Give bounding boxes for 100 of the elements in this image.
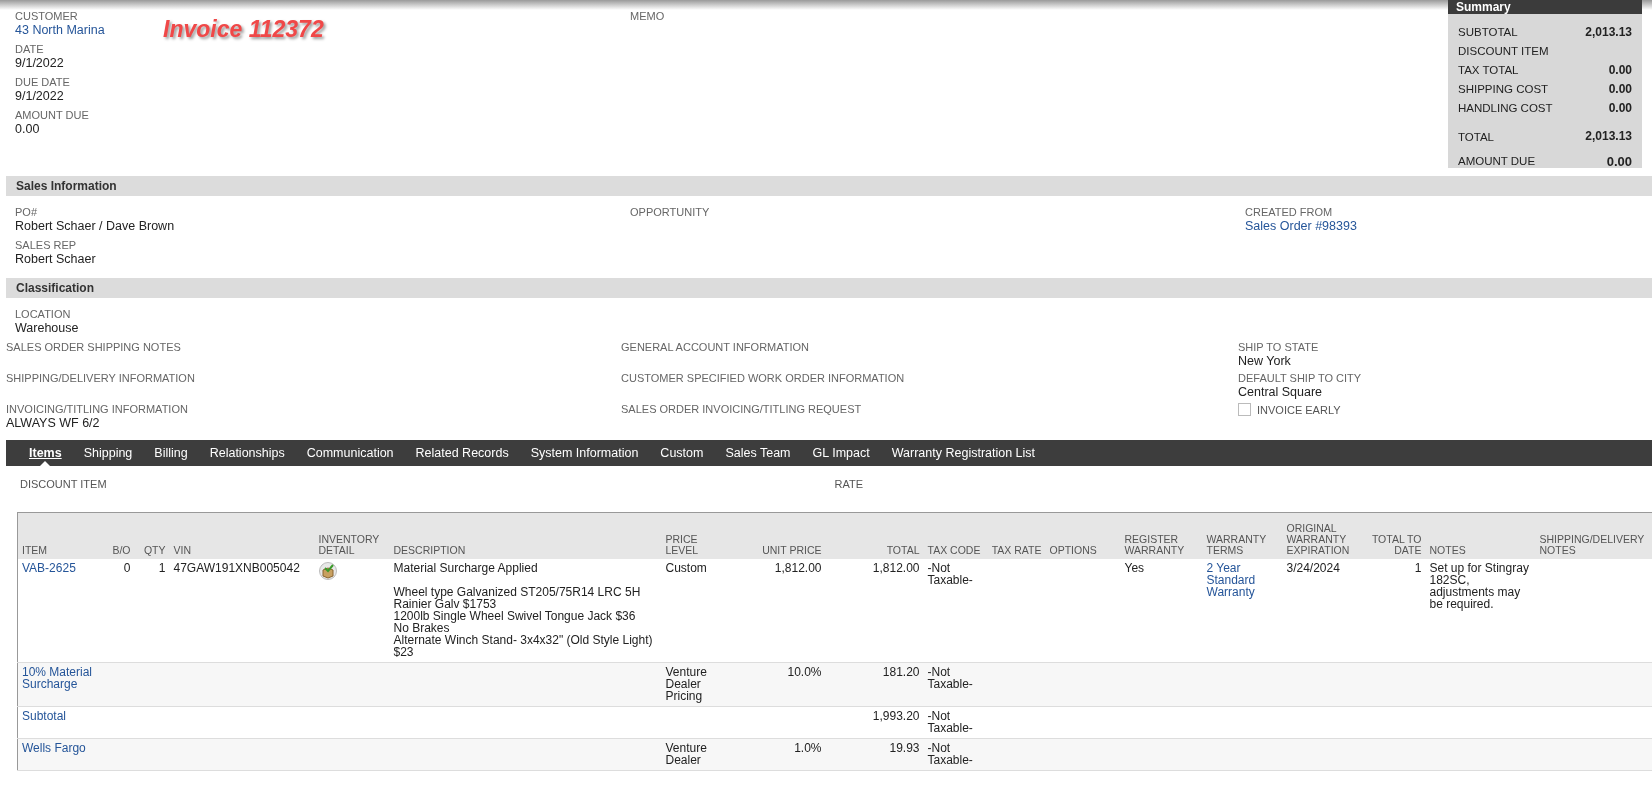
- column-header: ORIGINAL WARRANTY EXPIRATION: [1282, 512, 1368, 559]
- field-label: SALES ORDER SHIPPING NOTES: [6, 341, 181, 354]
- field-label: DISCOUNT ITEM: [20, 478, 107, 492]
- field-label: OPPORTUNITY: [630, 206, 710, 219]
- table-cell: Custom: [661, 559, 730, 663]
- summary-value: 2,013.13: [1585, 129, 1632, 143]
- column-header: TAX CODE: [923, 512, 986, 559]
- field-label: SHIP TO STATE: [1238, 341, 1319, 354]
- field-value: 0.00: [15, 122, 40, 136]
- table-cell: 19.93: [825, 738, 924, 771]
- summary-value: 0.00: [1608, 100, 1632, 115]
- field-value: New York: [1238, 354, 1291, 368]
- summary-label: SHIPPING COST: [1458, 82, 1549, 95]
- table-link[interactable]: 2 Year Standard Warranty: [1202, 559, 1283, 663]
- invoice-early-checkbox[interactable]: [1238, 403, 1251, 416]
- column-header: UNIT PRICE: [729, 512, 826, 559]
- column-header: PRICE LEVEL: [661, 512, 730, 559]
- field-label: CUSTOMER SPECIFIED WORK ORDER INFORMATION: [621, 372, 905, 385]
- table-cell: 181.20: [825, 662, 924, 707]
- column-header: QTY: [134, 512, 170, 559]
- summary-label: TOTAL: [1458, 131, 1494, 143]
- table-cell: Venture Dealer: [661, 738, 730, 771]
- tab[interactable]: Communication: [295, 440, 405, 466]
- table-cell: 0: [102, 559, 135, 663]
- field-value: 9/1/2022: [15, 89, 64, 103]
- table-cell: -Not Taxable-: [923, 706, 986, 739]
- column-header: DESCRIPTION: [389, 512, 662, 559]
- table-cell: 3/24/2024: [1282, 559, 1368, 663]
- tab[interactable]: Billing: [143, 440, 199, 466]
- field-label: DATE: [15, 43, 44, 56]
- table-cell: -Not Taxable-: [923, 559, 986, 663]
- summary-value: 2,013.13: [1585, 24, 1632, 39]
- summary-label: AMOUNT DUE: [1458, 155, 1536, 167]
- field-label: SALES REP: [15, 239, 77, 252]
- column-header: ITEM: [17, 512, 103, 559]
- table-link[interactable]: VAB-2625: [17, 559, 103, 663]
- tab[interactable]: Shipping: [72, 440, 144, 466]
- table-link[interactable]: Subtotal: [17, 706, 103, 739]
- field-value: Central Square: [1238, 385, 1323, 399]
- summary-value: 0.00: [1608, 81, 1632, 96]
- table-cell: Yes: [1120, 559, 1203, 663]
- field-label: RATE: [834, 478, 864, 492]
- column-header: NOTES: [1425, 512, 1536, 559]
- field-value: 9/1/2022: [15, 56, 64, 70]
- tab[interactable]: System Information: [519, 440, 650, 466]
- section-header: Sales Information: [6, 176, 1652, 196]
- summary-title: Summary: [1448, 0, 1642, 14]
- field-label: SHIPPING/DELIVERY INFORMATION: [6, 372, 195, 385]
- table-link[interactable]: Wells Fargo: [17, 738, 103, 771]
- section-header: Classification: [6, 278, 1652, 298]
- table-cell: 1,812.00: [825, 559, 924, 663]
- column-header: OPTIONS: [1045, 512, 1121, 559]
- field-value: ALWAYS WF 6/2: [6, 416, 100, 430]
- field-label: DUE DATE: [15, 76, 70, 89]
- column-header: REGISTER WARRANTY: [1120, 512, 1203, 559]
- column-header: TAX RATE: [985, 512, 1046, 559]
- summary-value: 0.00: [1608, 62, 1632, 77]
- tab[interactable]: Sales Team: [714, 440, 802, 466]
- tab[interactable]: Relationships: [198, 440, 296, 466]
- field-value: Warehouse: [15, 321, 79, 335]
- column-header: TOTAL TO DATE: [1367, 512, 1426, 559]
- field-label: AMOUNT DUE: [15, 109, 89, 122]
- table-cell: -Not Taxable-: [923, 662, 986, 707]
- field-label: PO#: [15, 206, 37, 219]
- invoice-annotation: Invoice 112372: [163, 16, 324, 43]
- field-label: MEMO: [630, 10, 665, 23]
- field-label: CUSTOMER: [15, 10, 78, 23]
- field-label: INVOICING/TITLING INFORMATION: [6, 403, 188, 416]
- field-link[interactable]: 43 North Marina: [15, 23, 105, 37]
- summary-value: 0.00: [1606, 153, 1632, 169]
- field-label: LOCATION: [15, 308, 71, 321]
- tab[interactable]: Warranty Registration List: [880, 440, 1047, 466]
- table-cell: 47GAW191XNB005042: [169, 559, 315, 663]
- column-header: INVENTORY DETAIL: [314, 512, 390, 559]
- tab[interactable]: Items: [18, 440, 73, 466]
- field-value: Robert Schaer / Dave Brown: [15, 219, 175, 233]
- summary-label: SUBTOTAL: [1458, 25, 1518, 38]
- table-cell: 10.0%: [729, 662, 826, 707]
- field-value: Robert Schaer: [15, 252, 96, 266]
- column-header: WARRANTY TERMS: [1202, 512, 1283, 559]
- field-label: GENERAL ACCOUNT INFORMATION: [621, 341, 810, 354]
- field-label: SALES ORDER INVOICING/TITLING REQUEST: [621, 403, 862, 416]
- column-header: VIN: [169, 512, 315, 559]
- table-link[interactable]: 10% Material Surcharge: [17, 662, 103, 707]
- field-link[interactable]: Sales Order #98393: [1245, 219, 1357, 233]
- table-cell: Set up for Stingray 182SC, adjustments may be required.: [1425, 559, 1536, 663]
- table-cell: -Not Taxable-: [923, 738, 986, 771]
- tab[interactable]: Custom: [649, 440, 715, 466]
- summary-label: TAX TOTAL: [1458, 63, 1519, 76]
- column-header: B/O: [102, 512, 135, 559]
- column-header: SHIPPING/DELIVERY NOTES: [1535, 512, 1652, 559]
- table-cell: 1.0%: [729, 738, 826, 771]
- tab[interactable]: GL Impact: [801, 440, 881, 466]
- box-check-icon[interactable]: [318, 562, 337, 580]
- table-cell: 1,993.20: [825, 706, 924, 739]
- field-label: INVOICE EARLY: [1257, 403, 1341, 416]
- table-cell: Material Surcharge Applied Wheel type Galvanized ST205/75R14 LRC 5H Rainier Galv $1753 1200lb Single Wheel Swivel Tongue Jack $36 No Brakes Alternate Winch Stand- 3x4x32" (Old Style Light) $23: [389, 559, 662, 663]
- tab[interactable]: Related Records: [404, 440, 520, 466]
- field-label: CREATED FROM: [1245, 206, 1333, 219]
- table-cell: 1: [134, 559, 170, 663]
